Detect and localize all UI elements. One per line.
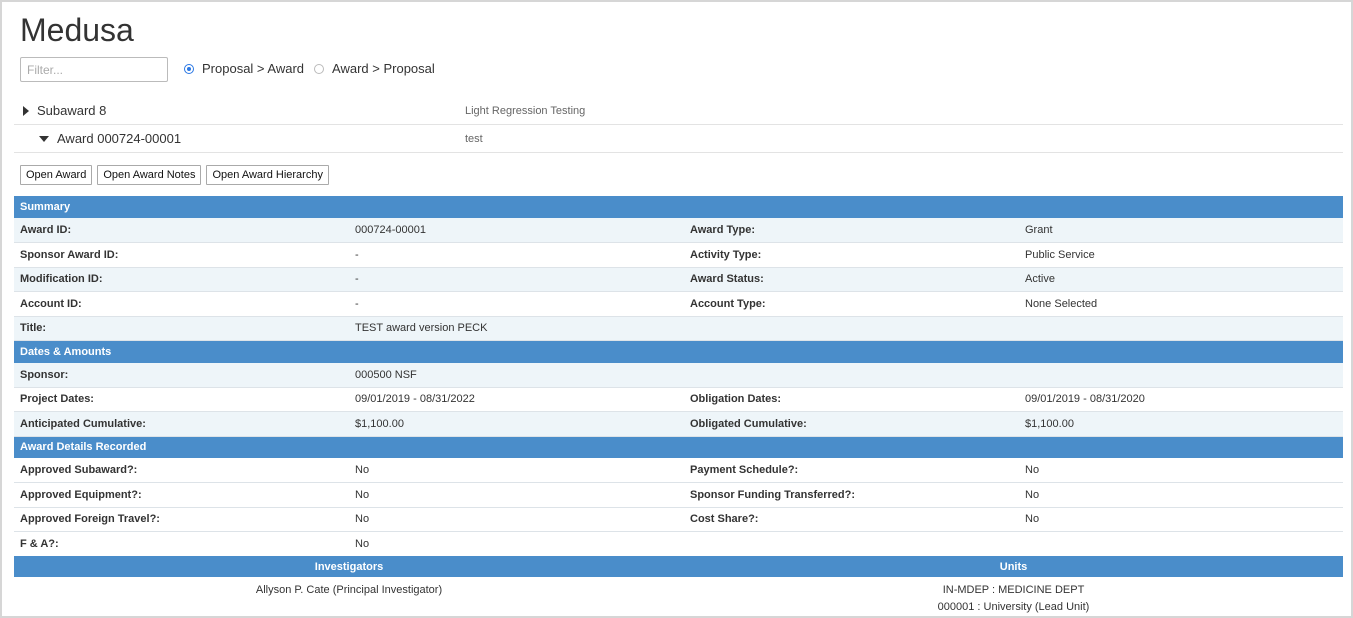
field-label: Modification ID:	[14, 267, 349, 292]
field-value: None Selected	[1019, 291, 1344, 317]
award-details-heading: Award Details Recorded	[14, 436, 1344, 458]
field-label: Obligated Cumulative:	[684, 411, 1019, 437]
unit-name: 000001 : University (Lead Unit)	[937, 601, 1090, 613]
field-label: Activity Type:	[684, 242, 1019, 268]
view-mode-radio-group: Proposal > Award Award > Proposal	[184, 61, 445, 76]
investigators-units-table: Investigators Units Allyson P. Cate (Pri…	[14, 556, 1343, 616]
tree-item-description: Light Regression Testing	[465, 104, 586, 117]
app-window: Medusa Proposal > Award Award > Proposal…	[0, 0, 1353, 618]
award-proposal-label[interactable]: Award > Proposal	[332, 61, 435, 76]
field-label: Approved Equipment?:	[14, 482, 349, 508]
table-row: Project Dates: 09/01/2019 - 08/31/2022 O…	[14, 387, 1344, 412]
field-label: Award ID:	[14, 218, 349, 243]
field-label: Sponsor Award ID:	[14, 242, 349, 268]
field-value: -	[349, 291, 684, 317]
award-proposal-radio[interactable]	[314, 63, 325, 74]
investigator-name: Allyson P. Cate (Principal Investigator)	[255, 584, 443, 596]
field-value: No	[1019, 507, 1344, 532]
award-action-buttons: Open Award Open Award Notes Open Award H…	[20, 165, 329, 185]
collapse-arrow-icon[interactable]	[39, 135, 49, 142]
field-label: Account ID:	[14, 291, 349, 317]
table-row: Award ID: 000724-00001 Award Type: Grant	[14, 218, 1344, 243]
summary-heading: Summary	[14, 196, 1344, 218]
field-label: Payment Schedule?:	[684, 458, 1019, 483]
field-value: 09/01/2019 - 08/31/2022	[349, 387, 684, 412]
field-label: Title:	[14, 316, 349, 341]
field-label: Anticipated Cumulative:	[14, 411, 349, 437]
field-label: Project Dates:	[14, 387, 349, 412]
table-row: Approved Foreign Travel?: No Cost Share?…	[14, 507, 1344, 532]
field-label	[684, 362, 1019, 388]
units-cell: IN-MDEP : MEDICINE DEPT 000001 : Univers…	[684, 577, 1343, 616]
field-value: No	[349, 507, 684, 532]
table-row: Sponsor Award ID: - Activity Type: Publi…	[14, 242, 1344, 268]
field-label: Account Type:	[684, 291, 1019, 317]
tree-row-award[interactable]: Award 000724-00001 test	[14, 125, 1343, 153]
filter-input[interactable]	[20, 57, 168, 82]
field-value: Public Service	[1019, 242, 1344, 268]
field-value: Grant	[1019, 218, 1344, 243]
table-row: F & A?: No	[14, 531, 1344, 557]
field-value: -	[349, 242, 684, 268]
field-value: 000500 NSF	[349, 362, 684, 388]
field-value: No	[1019, 482, 1344, 508]
page-title: Medusa	[20, 12, 134, 48]
units-heading: Units	[684, 556, 1343, 577]
field-label	[684, 531, 1019, 557]
table-row: Allyson P. Cate (Principal Investigator)…	[14, 577, 1343, 616]
proposal-award-radio[interactable]	[184, 63, 194, 74]
unit-name: IN-MDEP : MEDICINE DEPT	[942, 584, 1085, 596]
field-value: 000724-00001	[349, 218, 684, 243]
tree-item-name[interactable]: Subaward 8	[37, 103, 106, 118]
expand-arrow-icon[interactable]	[23, 105, 29, 116]
field-label: F & A?:	[14, 531, 349, 557]
tree-item-description: test	[465, 132, 483, 145]
field-value: No	[349, 531, 684, 557]
field-value: $1,100.00	[349, 411, 684, 437]
open-award-notes-button[interactable]: Open Award Notes	[97, 165, 202, 185]
investigators-heading: Investigators	[14, 556, 684, 577]
table-row: Approved Subaward?: No Payment Schedule?…	[14, 458, 1344, 483]
proposal-award-label[interactable]: Proposal > Award	[202, 61, 304, 76]
table-row: Account ID: - Account Type: None Selecte…	[14, 291, 1344, 317]
table-row: Modification ID: - Award Status: Active	[14, 267, 1344, 292]
field-label: Cost Share?:	[684, 507, 1019, 532]
field-label: Award Status:	[684, 267, 1019, 292]
field-label: Sponsor:	[14, 362, 349, 388]
table-row: Approved Equipment?: No Sponsor Funding …	[14, 482, 1344, 508]
tree-row-subaward[interactable]: Subaward 8 Light Regression Testing	[14, 97, 1343, 125]
award-details-table: Summary Award ID: 000724-00001 Award Typ…	[14, 196, 1344, 557]
field-value	[1019, 316, 1344, 341]
field-label: Approved Subaward?:	[14, 458, 349, 483]
tree-item-name[interactable]: Award 000724-00001	[57, 131, 181, 146]
field-value: No	[349, 458, 684, 483]
field-value: 09/01/2019 - 08/31/2020	[1019, 387, 1344, 412]
field-label: Award Type:	[684, 218, 1019, 243]
table-row: Anticipated Cumulative: $1,100.00 Obliga…	[14, 411, 1344, 437]
field-label: Approved Foreign Travel?:	[14, 507, 349, 532]
field-value: TEST award version PECK	[349, 316, 684, 341]
table-row: Sponsor: 000500 NSF	[14, 362, 1344, 388]
investigators-cell: Allyson P. Cate (Principal Investigator)	[14, 577, 684, 616]
field-value	[1019, 531, 1344, 557]
field-label: Obligation Dates:	[684, 387, 1019, 412]
table-row: Title: TEST award version PECK	[14, 316, 1344, 341]
field-value: Active	[1019, 267, 1344, 292]
field-label: Sponsor Funding Transferred?:	[684, 482, 1019, 508]
open-award-hierarchy-button[interactable]: Open Award Hierarchy	[206, 165, 329, 185]
field-value: No	[349, 482, 684, 508]
field-value: No	[1019, 458, 1344, 483]
open-award-button[interactable]: Open Award	[20, 165, 93, 185]
field-value: $1,100.00	[1019, 411, 1344, 437]
field-value: -	[349, 267, 684, 292]
dates-amounts-heading: Dates & Amounts	[14, 340, 1344, 363]
field-label	[684, 316, 1019, 341]
field-value	[1019, 362, 1344, 388]
